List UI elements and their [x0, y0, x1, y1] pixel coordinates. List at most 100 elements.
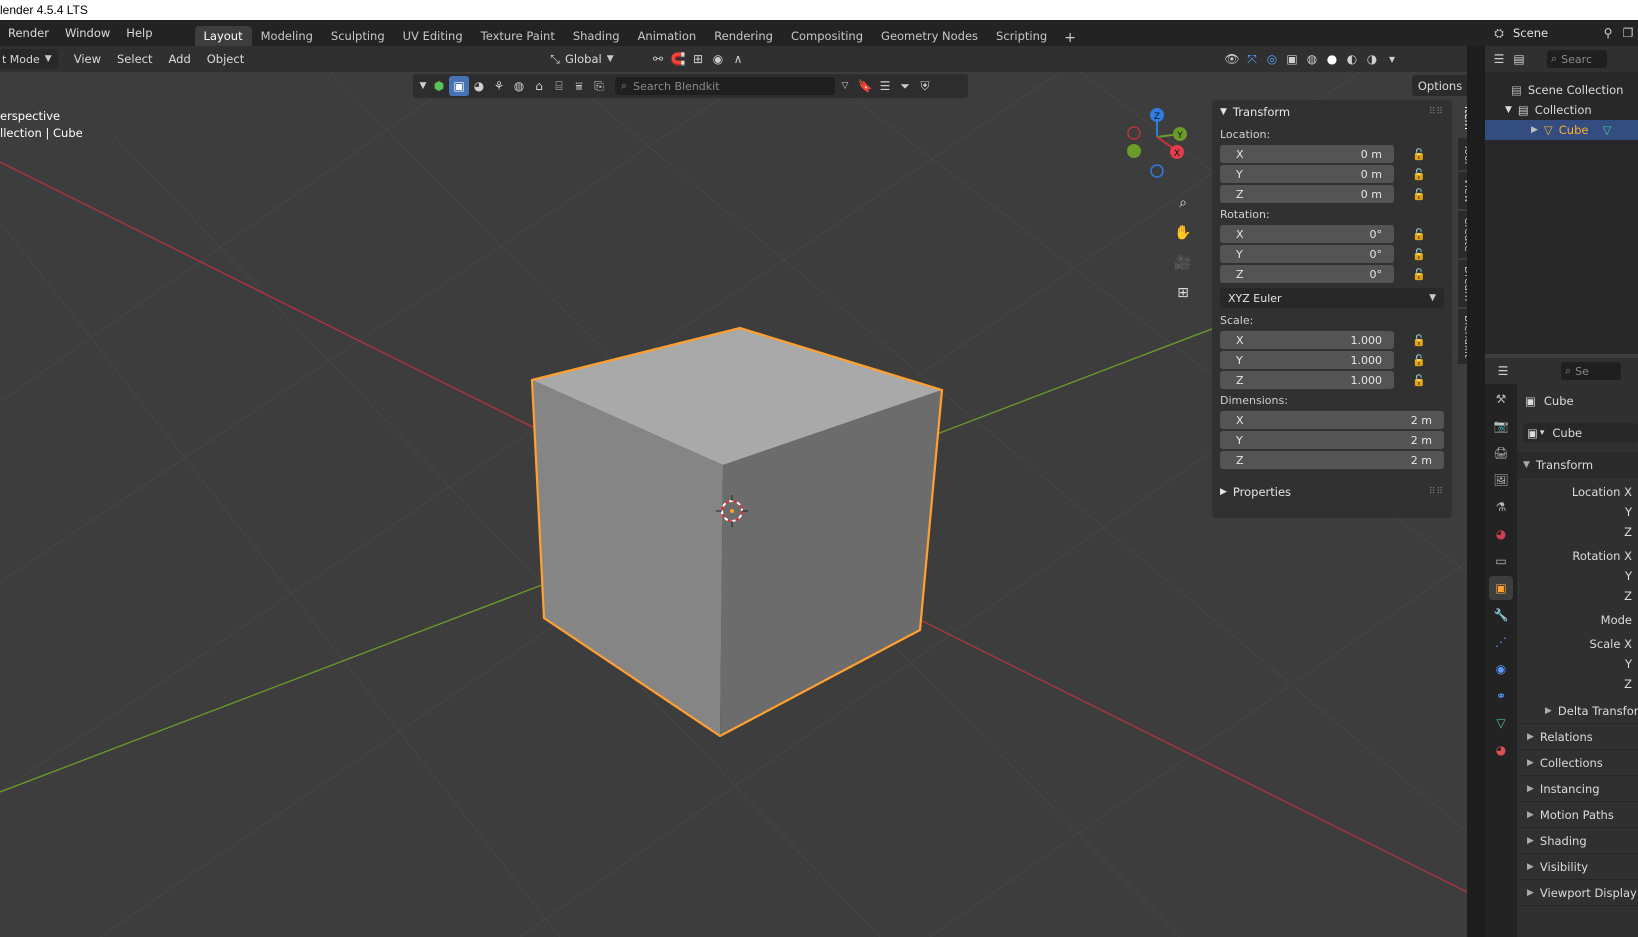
location-y-field[interactable]: Y 0 m [1220, 165, 1394, 183]
wireframe-shading-icon[interactable]: ◍ [1302, 49, 1322, 69]
physics-tab-icon[interactable]: ◉ [1489, 657, 1513, 681]
area-divider[interactable] [1467, 46, 1485, 937]
rotation-y-field[interactable]: Y 0° [1220, 245, 1394, 263]
visibility-section[interactable]: ▶ Visibility [1517, 854, 1638, 880]
menu-window[interactable]: Window [57, 26, 118, 40]
tab-scripting[interactable]: Scripting [987, 26, 1056, 46]
proportional-edit-icon[interactable]: ◉ [708, 49, 728, 69]
shield-icon[interactable]: ⛨ [915, 76, 935, 96]
world-tab-icon[interactable]: ◕ [1489, 522, 1513, 546]
tab-layout[interactable]: Layout [194, 26, 252, 46]
object-tab-icon[interactable]: ▣ [1489, 576, 1513, 600]
collections-section[interactable]: ▶ Collections [1517, 750, 1638, 776]
scene-tab-icon[interactable]: ⚗ [1489, 495, 1513, 519]
bookmark-icon[interactable]: 🔖 [855, 76, 875, 96]
cube-object[interactable] [530, 326, 944, 738]
delta-transform-section[interactable]: ▶ Delta Transform [1517, 698, 1638, 724]
output-tab-icon[interactable]: 🖨 [1489, 441, 1513, 465]
view-layer-tab-icon[interactable]: 🖼 [1489, 468, 1513, 492]
rendered-shading-icon[interactable]: ◑ [1362, 49, 1382, 69]
chevron-right-icon[interactable]: ▶ [1531, 125, 1538, 135]
menu-add[interactable]: Add [160, 52, 198, 66]
asset-printable-icon[interactable]: ⌸ [549, 76, 569, 96]
object-name[interactable]: Cube [1544, 394, 1574, 408]
menu-object[interactable]: Object [199, 52, 252, 66]
blendkit-search-input[interactable]: ⌕ Search Blendkit [615, 77, 835, 95]
lock-icon[interactable]: 🔓 [1412, 148, 1426, 161]
location-z-field[interactable]: Z 0 m [1220, 185, 1394, 203]
filter-icon[interactable]: ⏷ [895, 76, 915, 96]
render-tab-icon[interactable]: 📷 [1489, 414, 1513, 438]
scale-z-field[interactable]: Z 1.000 [1220, 371, 1394, 389]
menu-render[interactable]: Render [0, 26, 57, 40]
outliner-row-cube[interactable]: ▶ ▽ Cube ▽ [1485, 120, 1638, 140]
chevron-down-icon[interactable]: ▼ [1505, 105, 1512, 115]
properties-panel-header[interactable]: ▶ Properties ⠿⠿ [1212, 480, 1452, 504]
search-history-icon[interactable]: ▽ [835, 76, 855, 96]
mesh-data-icon[interactable]: ▽ [1602, 123, 1611, 137]
new-scene-icon[interactable]: ❐ [1618, 23, 1638, 43]
rotation-x-field[interactable]: X 0° [1220, 225, 1394, 243]
shading-section[interactable]: ▶ Shading [1517, 828, 1638, 854]
dimension-y-field[interactable]: Y 2 m [1220, 431, 1444, 449]
material-tab-icon[interactable]: ◕ [1489, 738, 1513, 762]
zoom-icon[interactable]: ⌕ [1170, 190, 1196, 216]
material-shading-icon[interactable]: ◐ [1342, 49, 1362, 69]
lock-icon[interactable]: 🔓 [1412, 188, 1426, 201]
asset-hdr-icon[interactable]: ◍ [509, 76, 529, 96]
asset-material-icon[interactable]: ◕ [469, 76, 489, 96]
lock-icon[interactable]: 🔓 [1412, 374, 1426, 387]
lock-icon[interactable]: 🔓 [1412, 354, 1426, 367]
object-datablock-field[interactable]: ▣ ▾ Cube [1523, 423, 1638, 443]
mode-dropdown[interactable]: t Mode ▼ [0, 49, 58, 69]
tab-geometry-nodes[interactable]: Geometry Nodes [872, 26, 987, 46]
rotation-mode-dropdown[interactable]: XYZ Euler ▼ [1220, 288, 1444, 308]
add-workspace-icon[interactable]: + [1056, 30, 1084, 46]
instancing-section[interactable]: ▶ Instancing [1517, 776, 1638, 802]
overlay-icon[interactable]: ◎ [1262, 49, 1282, 69]
scale-x-field[interactable]: X 1.000 [1220, 331, 1394, 349]
data-tab-icon[interactable]: ▽ [1489, 711, 1513, 735]
lock-icon[interactable]: 🔓 [1412, 334, 1426, 347]
editor-type-icon[interactable]: ☰ [1493, 361, 1513, 381]
dimension-z-field[interactable]: Z 2 m [1220, 451, 1444, 469]
camera-view-icon[interactable]: 🎥 [1170, 250, 1196, 276]
tab-sculpting[interactable]: Sculpting [322, 26, 394, 46]
transform-orientation[interactable]: ⤡ Global ▼ [545, 49, 613, 69]
drag-handle-icon[interactable]: ⠿⠿ [1429, 107, 1444, 117]
scene-icon[interactable]: ⛭ [1489, 23, 1509, 43]
tab-compositing[interactable]: Compositing [782, 26, 872, 46]
shading-options-icon[interactable]: ▾ [1382, 49, 1402, 69]
motion-paths-section[interactable]: ▶ Motion Paths [1517, 802, 1638, 828]
tab-modeling[interactable]: Modeling [252, 26, 322, 46]
lock-icon[interactable]: 🔓 [1412, 168, 1426, 181]
tab-rendering[interactable]: Rendering [705, 26, 782, 46]
xray-icon[interactable]: ▣ [1282, 49, 1302, 69]
pin-icon[interactable]: ⚲ [1598, 23, 1618, 43]
tab-shading[interactable]: Shading [564, 26, 629, 46]
menu-select[interactable]: Select [109, 52, 160, 66]
sort-icon[interactable]: ☰ [875, 76, 895, 96]
particles-tab-icon[interactable]: ⋰ [1489, 630, 1513, 654]
tab-texture-paint[interactable]: Texture Paint [472, 26, 564, 46]
tab-animation[interactable]: Animation [629, 26, 706, 46]
asset-model-icon[interactable]: ▣ [449, 76, 469, 96]
menu-help[interactable]: Help [118, 26, 160, 40]
tab-uv-editing[interactable]: UV Editing [394, 26, 472, 46]
snap-icon[interactable]: 🧲 [668, 49, 688, 69]
pan-hand-icon[interactable]: ✋ [1170, 220, 1196, 246]
outliner-row-collection[interactable]: ▼ ▤ Collection [1485, 100, 1638, 120]
snap-target-icon[interactable]: ⊞ [688, 49, 708, 69]
transform-section-header[interactable]: ▼ Transform [1517, 452, 1638, 478]
location-x-field[interactable]: X 0 m [1220, 145, 1394, 163]
visibility-icon[interactable]: 👁 [1222, 49, 1242, 69]
scale-y-field[interactable]: Y 1.000 [1220, 351, 1394, 369]
outliner-row-scene-collection[interactable]: ▤ Scene Collection [1485, 80, 1638, 100]
grid-toggle-icon[interactable]: ⊞ [1170, 280, 1196, 306]
menu-view[interactable]: View [66, 52, 109, 66]
pivot-icon[interactable]: ⚯ [648, 49, 668, 69]
relations-section[interactable]: ▶ Relations [1517, 724, 1638, 750]
transform-panel-header[interactable]: ▼ Transform ⠿⠿ [1212, 100, 1452, 124]
outliner-search-input[interactable]: ⌕ Searc [1547, 50, 1607, 68]
scene-name[interactable]: Scene [1513, 26, 1548, 40]
